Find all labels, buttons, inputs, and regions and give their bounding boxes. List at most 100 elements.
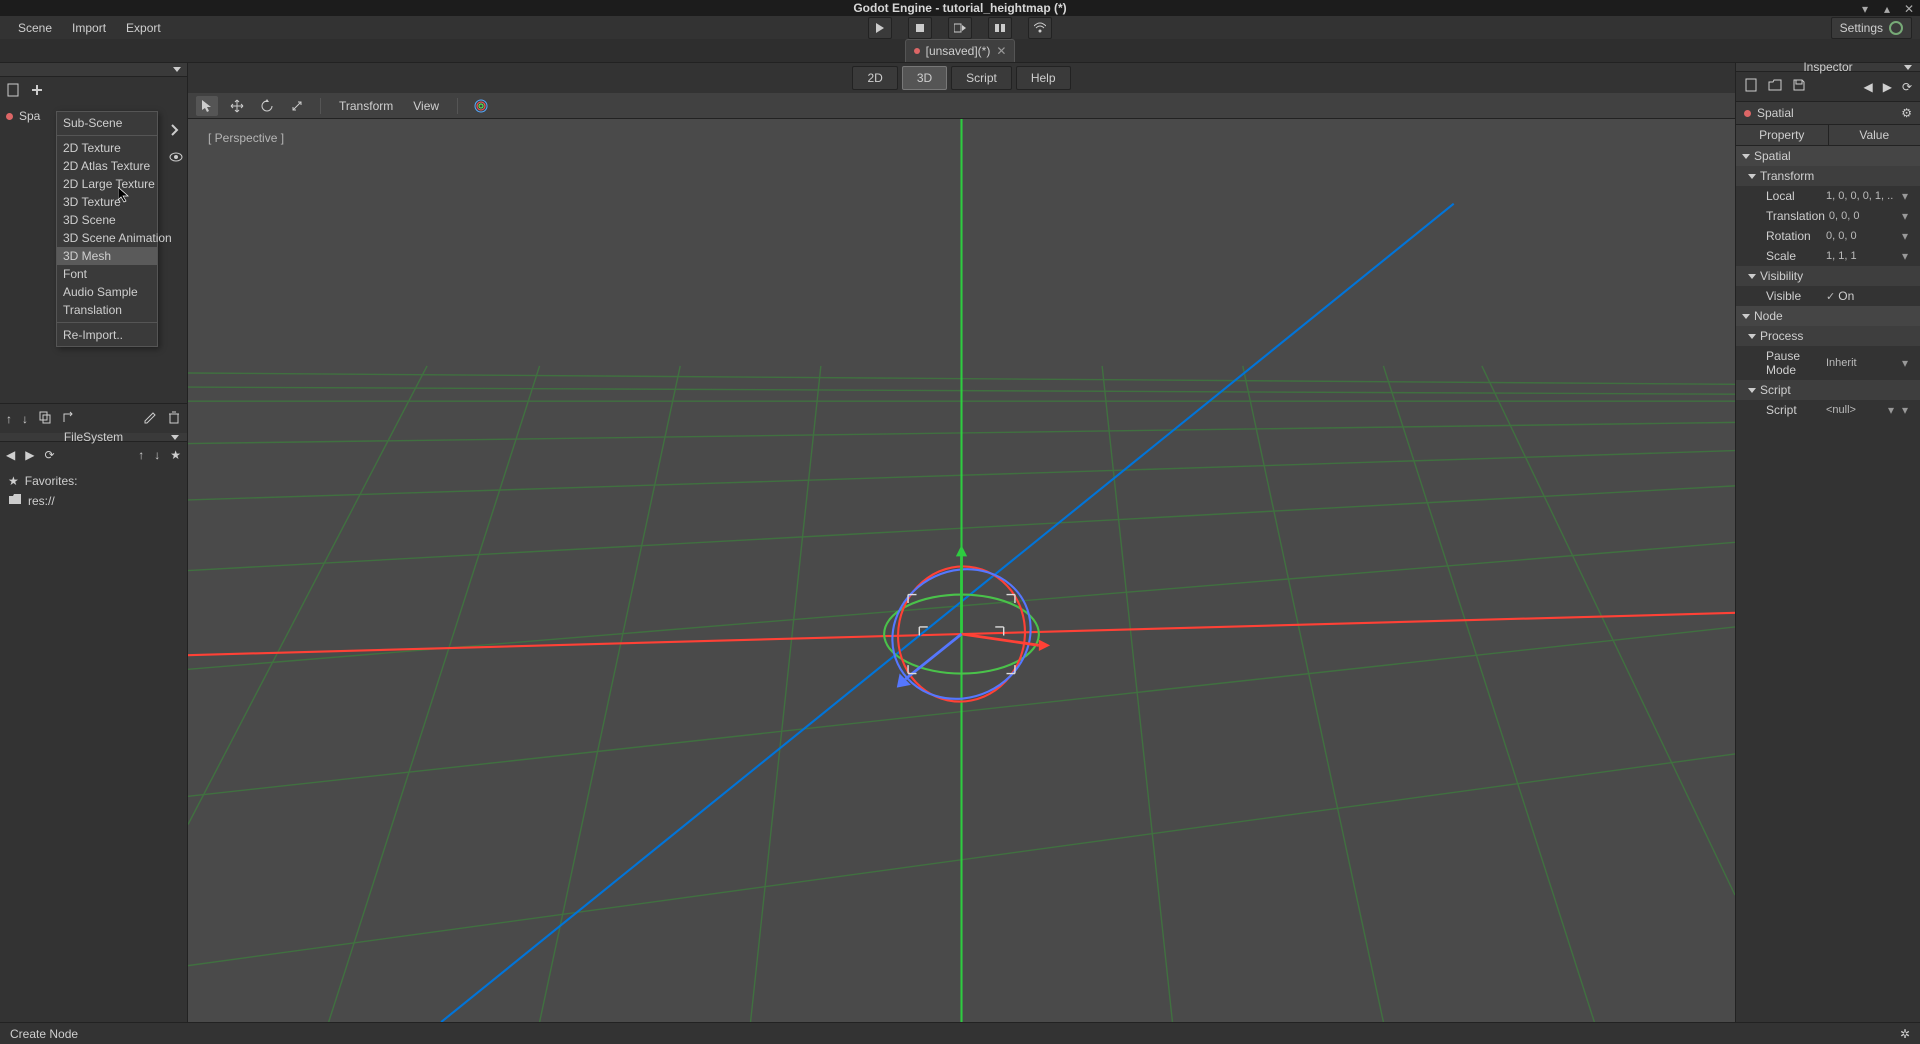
move-tool-icon[interactable]	[226, 96, 248, 116]
play-controls	[867, 17, 1053, 39]
nav-refresh-icon[interactable]: ⟳	[44, 448, 54, 462]
chevron-down-icon[interactable]: ▾	[1902, 249, 1912, 263]
duplicate-icon[interactable]	[38, 410, 52, 427]
close-tab-icon[interactable]: ✕	[996, 44, 1006, 58]
chevron-down-icon[interactable]: ▾	[1902, 229, 1912, 243]
chevron-down-icon[interactable]: ▾	[1888, 403, 1898, 417]
menu-import[interactable]: Import	[62, 17, 116, 39]
edit-icon[interactable]	[143, 410, 157, 427]
play-button[interactable]	[868, 17, 892, 39]
prop-pause-mode[interactable]: Pause ModeInherit▾	[1736, 346, 1920, 380]
reparent-icon[interactable]	[62, 410, 76, 427]
prop-script[interactable]: Script<null>▾▾	[1736, 400, 1920, 420]
history-fwd-icon[interactable]: ▶	[1883, 80, 1892, 94]
play-custom-button[interactable]	[988, 17, 1012, 39]
chevron-down-icon[interactable]: ▾	[1902, 189, 1912, 203]
history-back-icon[interactable]: ◀	[1863, 80, 1872, 94]
dd-3d-anim[interactable]: 3D Scene Animation	[57, 229, 157, 247]
unsaved-dot-icon	[914, 48, 920, 54]
bottom-bar: Create Node ✲	[0, 1022, 1920, 1044]
dd-sub-scene[interactable]: Sub-Scene	[57, 114, 157, 132]
select-tool-icon[interactable]	[196, 96, 218, 116]
section-script[interactable]: Script	[1736, 380, 1920, 400]
stop-button[interactable]	[908, 17, 932, 39]
filesystem-nav: ◀ ▶ ⟳ ↑ ↓ ★	[0, 442, 187, 468]
chevron-down-icon[interactable]	[173, 67, 181, 72]
scene-tab-unsaved[interactable]: [unsaved](*) ✕	[905, 39, 1016, 62]
mode-help[interactable]: Help	[1016, 66, 1071, 90]
perspective-label[interactable]: [ Perspective ]	[208, 131, 284, 145]
favorite-icon[interactable]: ★	[170, 448, 181, 462]
move-up-icon[interactable]: ↑	[6, 412, 12, 426]
settings-button[interactable]: Settings	[1831, 17, 1912, 39]
mode-3d[interactable]: 3D	[902, 66, 947, 90]
close-icon[interactable]: ✕	[1902, 2, 1916, 16]
toolbar-separator	[320, 98, 321, 114]
visibility-icon[interactable]	[169, 150, 183, 167]
dd-3d-texture[interactable]: 3D Texture	[57, 193, 157, 211]
main-content: Spa Sub-Scene 2D Texture 2D Atlas Textur…	[0, 63, 1920, 1022]
prop-translation[interactable]: Translation0, 0, 0▾	[1736, 206, 1920, 226]
load-resource-icon[interactable]	[1768, 78, 1782, 95]
col-value: Value	[1829, 125, 1920, 145]
move-down-icon[interactable]: ↓	[22, 412, 28, 426]
script-icon[interactable]	[169, 123, 183, 140]
dd-reimport[interactable]: Re-Import..	[57, 326, 157, 344]
chevron-down-icon[interactable]	[171, 435, 179, 440]
dd-3d-scene[interactable]: 3D Scene	[57, 211, 157, 229]
bottom-status[interactable]: Create Node	[10, 1027, 78, 1041]
scale-tool-icon[interactable]	[286, 96, 308, 116]
section-process[interactable]: Process	[1736, 326, 1920, 346]
save-resource-icon[interactable]	[1792, 78, 1806, 95]
section-visibility[interactable]: Visibility	[1736, 266, 1920, 286]
play-scene-button[interactable]	[948, 17, 972, 39]
nav-forward-icon[interactable]: ▶	[25, 448, 34, 462]
dd-2d-large[interactable]: 2D Large Texture	[57, 175, 157, 193]
new-node-icon[interactable]	[6, 83, 20, 100]
section-transform[interactable]: Transform	[1736, 166, 1920, 186]
prop-visible[interactable]: Visible✓ On	[1736, 286, 1920, 306]
add-node-icon[interactable]	[30, 83, 44, 100]
window-controls: ▾ ▴ ✕	[1858, 2, 1916, 16]
section-node[interactable]: Node	[1736, 306, 1920, 326]
chevron-down-icon[interactable]	[1904, 65, 1912, 70]
dd-2d-texture[interactable]: 2D Texture	[57, 139, 157, 157]
mode-2d[interactable]: 2D	[852, 66, 897, 90]
dd-translation[interactable]: Translation	[57, 301, 157, 319]
inspector-title: Inspector	[1803, 60, 1852, 74]
new-resource-icon[interactable]	[1744, 78, 1758, 95]
dd-3d-mesh[interactable]: 3D Mesh	[57, 247, 157, 265]
col-property: Property	[1736, 125, 1829, 145]
chevron-down-icon[interactable]: ▾	[1902, 403, 1912, 417]
rotate-tool-icon[interactable]	[256, 96, 278, 116]
chevron-down-icon[interactable]: ▾	[1902, 356, 1912, 370]
nav-back-icon[interactable]: ◀	[6, 448, 15, 462]
menu-export[interactable]: Export	[116, 17, 171, 39]
minimize-icon[interactable]: ▾	[1858, 2, 1872, 16]
dd-2d-atlas[interactable]: 2D Atlas Texture	[57, 157, 157, 175]
dd-font[interactable]: Font	[57, 265, 157, 283]
nav-up-icon[interactable]: ↑	[138, 448, 144, 462]
prop-scale[interactable]: Scale1, 1, 1▾	[1736, 246, 1920, 266]
prop-rotation[interactable]: Rotation0, 0, 0▾	[1736, 226, 1920, 246]
nav-down-icon[interactable]: ↓	[154, 448, 160, 462]
refresh-icon[interactable]: ⟳	[1902, 80, 1912, 94]
cursor-icon	[118, 187, 130, 206]
remote-debug-button[interactable]	[1028, 17, 1052, 39]
menu-scene[interactable]: Scene	[8, 17, 62, 39]
maximize-icon[interactable]: ▴	[1880, 2, 1894, 16]
transform-menu[interactable]: Transform	[333, 99, 399, 113]
res-folder[interactable]: res://	[8, 490, 179, 511]
favorites-item[interactable]: ★ Favorites:	[8, 472, 179, 490]
chevron-down-icon[interactable]: ▾	[1902, 209, 1912, 223]
gizmo-icon[interactable]	[470, 96, 492, 116]
view-menu[interactable]: View	[407, 99, 445, 113]
gear-icon[interactable]: ⚙	[1901, 106, 1912, 120]
mode-script[interactable]: Script	[951, 66, 1012, 90]
scene-tabs: [unsaved](*) ✕	[0, 39, 1920, 63]
section-spatial[interactable]: Spatial	[1736, 146, 1920, 166]
viewport-3d[interactable]: [ Perspective ]	[188, 119, 1735, 1022]
delete-icon[interactable]	[167, 410, 181, 427]
prop-local[interactable]: Local1, 0, 0, 0, 1, ..▾	[1736, 186, 1920, 206]
dd-audio[interactable]: Audio Sample	[57, 283, 157, 301]
